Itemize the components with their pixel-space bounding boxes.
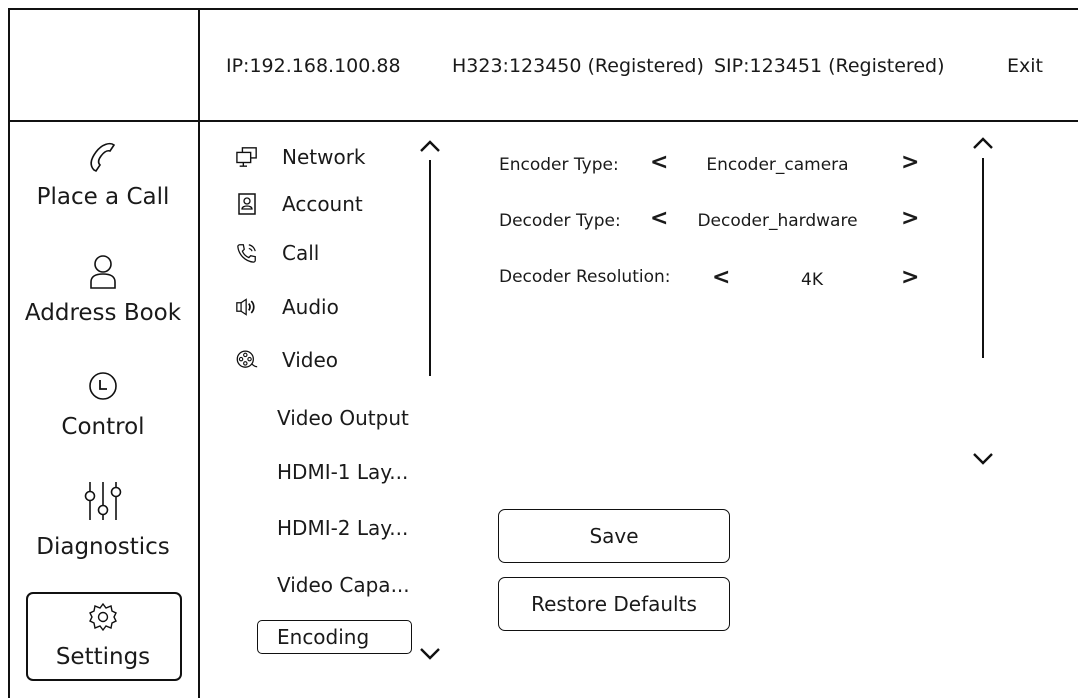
submenu-hdmi1-layout[interactable]: HDMI-1 Lay... bbox=[277, 460, 408, 484]
menu-audio-label: Audio bbox=[282, 295, 339, 319]
submenu-video-capability[interactable]: Video Capa... bbox=[277, 573, 410, 597]
gear-icon bbox=[89, 602, 117, 632]
nav-address-book-label: Address Book bbox=[24, 300, 182, 326]
decoder-resolution-label: Decoder Resolution: bbox=[499, 267, 671, 287]
phone-icon bbox=[90, 142, 116, 173]
encoder-prev-button[interactable]: < bbox=[650, 150, 668, 175]
sip-status: SIP:123451 (Registered) bbox=[714, 55, 945, 77]
h323-status: H323:123450 (Registered) bbox=[452, 55, 704, 77]
menu-call[interactable]: Call bbox=[236, 238, 319, 268]
menu-video[interactable]: Video bbox=[236, 345, 338, 375]
menu-network-label: Network bbox=[282, 145, 366, 169]
call-icon bbox=[236, 242, 258, 264]
content-scroll-up-icon[interactable] bbox=[971, 135, 995, 151]
network-icon bbox=[236, 146, 258, 168]
speaker-icon bbox=[236, 296, 258, 318]
menu-account[interactable]: Account bbox=[236, 189, 363, 219]
resolution-next-button[interactable]: > bbox=[901, 265, 919, 290]
resolution-prev-button[interactable]: < bbox=[712, 265, 730, 290]
menu-call-label: Call bbox=[282, 241, 320, 265]
save-button[interactable]: Save bbox=[498, 509, 730, 563]
nav-settings-content[interactable]: Settings bbox=[8, 602, 198, 670]
encoder-type-label: Encoder Type: bbox=[499, 155, 619, 175]
menu-scroll-down-icon[interactable] bbox=[418, 645, 442, 661]
nav-place-call-label: Place a Call bbox=[36, 184, 170, 210]
content-scroll-down-icon[interactable] bbox=[971, 450, 995, 466]
content-scrollbar[interactable] bbox=[982, 158, 984, 358]
ip-address: IP:192.168.100.88 bbox=[226, 55, 401, 77]
nav-control[interactable]: Control bbox=[8, 370, 198, 440]
encoder-next-button[interactable]: > bbox=[901, 150, 919, 175]
contact-icon bbox=[90, 255, 116, 289]
decoder-resolution-value: 4K bbox=[801, 270, 823, 290]
exit-button[interactable]: Exit bbox=[1007, 55, 1043, 77]
decoder-type-label: Decoder Type: bbox=[499, 211, 621, 231]
decoder-next-button[interactable]: > bbox=[901, 206, 919, 231]
film-reel-icon bbox=[236, 349, 258, 371]
nav-diagnostics[interactable]: Diagnostics bbox=[8, 480, 198, 560]
sidebar-divider bbox=[198, 8, 200, 698]
menu-account-label: Account bbox=[282, 192, 363, 216]
encoder-type-value: Encoder_camera bbox=[706, 155, 849, 175]
restore-defaults-button[interactable]: Restore Defaults bbox=[498, 577, 730, 631]
decoder-prev-button[interactable]: < bbox=[650, 206, 668, 231]
sliders-icon bbox=[84, 482, 122, 520]
submenu-encoding-label: Encoding bbox=[277, 625, 370, 649]
nav-address-book[interactable]: Address Book bbox=[8, 252, 198, 326]
submenu-hdmi2-layout[interactable]: HDMI-2 Lay... bbox=[277, 516, 408, 540]
clock-icon bbox=[89, 372, 117, 400]
menu-audio[interactable]: Audio bbox=[236, 292, 339, 322]
nav-diagnostics-label: Diagnostics bbox=[36, 534, 170, 560]
menu-network[interactable]: Network bbox=[236, 142, 366, 172]
nav-place-call[interactable]: Place a Call bbox=[8, 140, 198, 210]
menu-video-label: Video bbox=[282, 348, 339, 372]
menu-scroll-up-icon[interactable] bbox=[418, 138, 442, 154]
account-icon bbox=[236, 193, 258, 215]
menu-scrollbar[interactable] bbox=[429, 160, 431, 376]
nav-settings-label: Settings bbox=[55, 644, 151, 670]
nav-control-label: Control bbox=[61, 414, 145, 440]
decoder-type-value: Decoder_hardware bbox=[697, 211, 858, 231]
header-divider bbox=[8, 120, 1078, 122]
submenu-video-output[interactable]: Video Output bbox=[277, 406, 409, 430]
